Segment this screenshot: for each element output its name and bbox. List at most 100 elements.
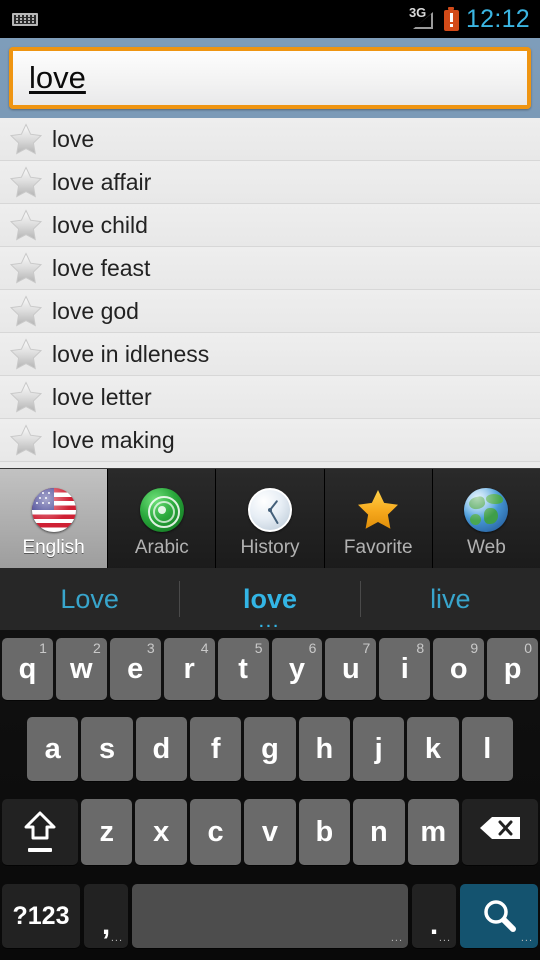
list-item[interactable]: love letter xyxy=(0,376,540,419)
list-item-label: love feast xyxy=(52,254,151,281)
star-icon[interactable] xyxy=(0,122,52,156)
key-number-hint: 5 xyxy=(254,640,263,656)
key-q[interactable]: 1q xyxy=(1,638,53,700)
key-label: n xyxy=(369,815,388,848)
key-number-hint: 3 xyxy=(146,640,155,656)
tab-history[interactable]: History xyxy=(216,469,325,569)
symbols-key[interactable]: ?123 xyxy=(2,884,80,948)
key-label: d xyxy=(152,732,171,765)
star-icon[interactable] xyxy=(0,294,52,328)
key-label: y xyxy=(288,652,306,685)
key-label: b xyxy=(315,815,334,848)
key-label: h xyxy=(315,732,334,765)
list-item[interactable]: love god xyxy=(0,290,540,333)
key-label: ?123 xyxy=(12,901,70,930)
key-f[interactable]: f xyxy=(190,717,242,781)
star-icon[interactable] xyxy=(0,165,52,199)
search-key[interactable]: ... xyxy=(460,884,538,948)
suggestion-item[interactable]: live xyxy=(361,584,540,614)
list-item-label: love affair xyxy=(52,168,152,195)
key-number-hint: 7 xyxy=(362,640,371,656)
star-icon[interactable] xyxy=(0,423,52,457)
key-e[interactable]: 3e xyxy=(109,638,161,700)
key-number-hint: 6 xyxy=(308,640,317,656)
key-label: o xyxy=(449,652,468,685)
key-v[interactable]: v xyxy=(244,799,296,865)
key-t[interactable]: 5t xyxy=(217,638,269,700)
key-label: k xyxy=(424,732,442,765)
search-input[interactable]: love xyxy=(9,47,531,109)
list-item[interactable]: love making xyxy=(0,419,540,462)
star-icon[interactable] xyxy=(0,337,52,371)
tab-web[interactable]: Web xyxy=(432,469,540,569)
key-b[interactable]: b xyxy=(298,799,351,865)
suggestion-label: love xyxy=(242,584,297,614)
keyboard-row-3: z x c v b n m xyxy=(0,790,540,874)
list-item[interactable]: love xyxy=(0,118,540,161)
key-l[interactable]: l xyxy=(461,717,513,781)
key-label: g xyxy=(261,732,279,765)
key-r[interactable]: 4r xyxy=(163,638,215,700)
delete-key[interactable] xyxy=(461,799,538,865)
keyboard-row-2: a s d f g h j k l xyxy=(0,708,540,790)
more-suggestions-icon: ... xyxy=(259,614,281,631)
key-number-hint: 0 xyxy=(524,640,533,656)
status-bar-clock: 12:12 xyxy=(465,4,530,33)
key-number-hint: 4 xyxy=(200,640,209,656)
tab-favorite[interactable]: Favorite xyxy=(324,469,433,569)
key-s[interactable]: s xyxy=(81,717,133,781)
list-item[interactable]: love in idleness xyxy=(0,333,540,376)
keyboard-row-1: 1q 2w 3e 4r 5t 6y 7u 8i 9o 0p xyxy=(0,630,540,708)
tab-label: English xyxy=(22,537,85,558)
long-press-hint-icon: ... xyxy=(110,932,123,944)
key-label: x xyxy=(153,815,170,848)
key-label: a xyxy=(44,732,61,765)
comma-key[interactable]: , ... xyxy=(84,884,128,948)
key-y[interactable]: 6y xyxy=(271,638,323,700)
suggestion-item[interactable]: Love xyxy=(0,584,179,614)
star-icon[interactable] xyxy=(0,208,52,242)
key-j[interactable]: j xyxy=(352,717,405,781)
key-n[interactable]: n xyxy=(353,799,405,865)
key-p[interactable]: 0p xyxy=(487,638,539,700)
space-key[interactable]: ... xyxy=(132,884,408,948)
star-icon[interactable] xyxy=(0,251,52,285)
list-item-label: love xyxy=(52,125,95,152)
key-c[interactable]: c xyxy=(189,799,242,865)
shift-key[interactable] xyxy=(2,799,79,865)
search-magnifier-icon xyxy=(479,896,519,936)
key-w[interactable]: 2w xyxy=(55,638,107,700)
app-root: 3G 12:12 love love love affair love chil… xyxy=(0,0,540,960)
status-bar: 3G 12:12 xyxy=(0,0,540,38)
key-h[interactable]: h xyxy=(298,717,350,781)
key-i[interactable]: 8i xyxy=(379,638,431,700)
word-results-list[interactable]: love love affair love child love feast l… xyxy=(0,118,540,468)
list-item-label: love making xyxy=(52,426,175,453)
tab-english[interactable]: English xyxy=(0,469,109,569)
star-gold-icon xyxy=(353,485,403,535)
key-a[interactable]: a xyxy=(27,717,79,781)
star-icon[interactable] xyxy=(0,380,52,414)
key-k[interactable]: k xyxy=(407,717,459,781)
key-u[interactable]: 7u xyxy=(325,638,377,700)
list-item[interactable]: love feast xyxy=(0,247,540,290)
key-g[interactable]: g xyxy=(244,717,296,781)
key-o[interactable]: 9o xyxy=(433,638,485,700)
key-number-hint: 8 xyxy=(416,640,425,656)
list-item[interactable]: love child xyxy=(0,204,540,247)
key-m[interactable]: m xyxy=(407,799,459,865)
period-key[interactable]: . ... xyxy=(412,884,456,948)
globe-icon xyxy=(461,485,511,535)
key-label: w xyxy=(70,652,93,685)
search-input-value: love xyxy=(29,60,86,95)
key-d[interactable]: d xyxy=(135,717,187,781)
key-number-hint: 9 xyxy=(470,640,479,656)
key-x[interactable]: x xyxy=(135,799,187,865)
tab-arabic[interactable]: Arabic xyxy=(108,469,217,569)
key-label: v xyxy=(261,815,279,848)
suggestion-item-selected[interactable]: love ... xyxy=(180,584,359,630)
key-z[interactable]: z xyxy=(81,799,133,865)
list-item[interactable]: love affair xyxy=(0,161,540,204)
key-number-hint: 2 xyxy=(92,640,101,656)
key-label: t xyxy=(238,652,248,685)
